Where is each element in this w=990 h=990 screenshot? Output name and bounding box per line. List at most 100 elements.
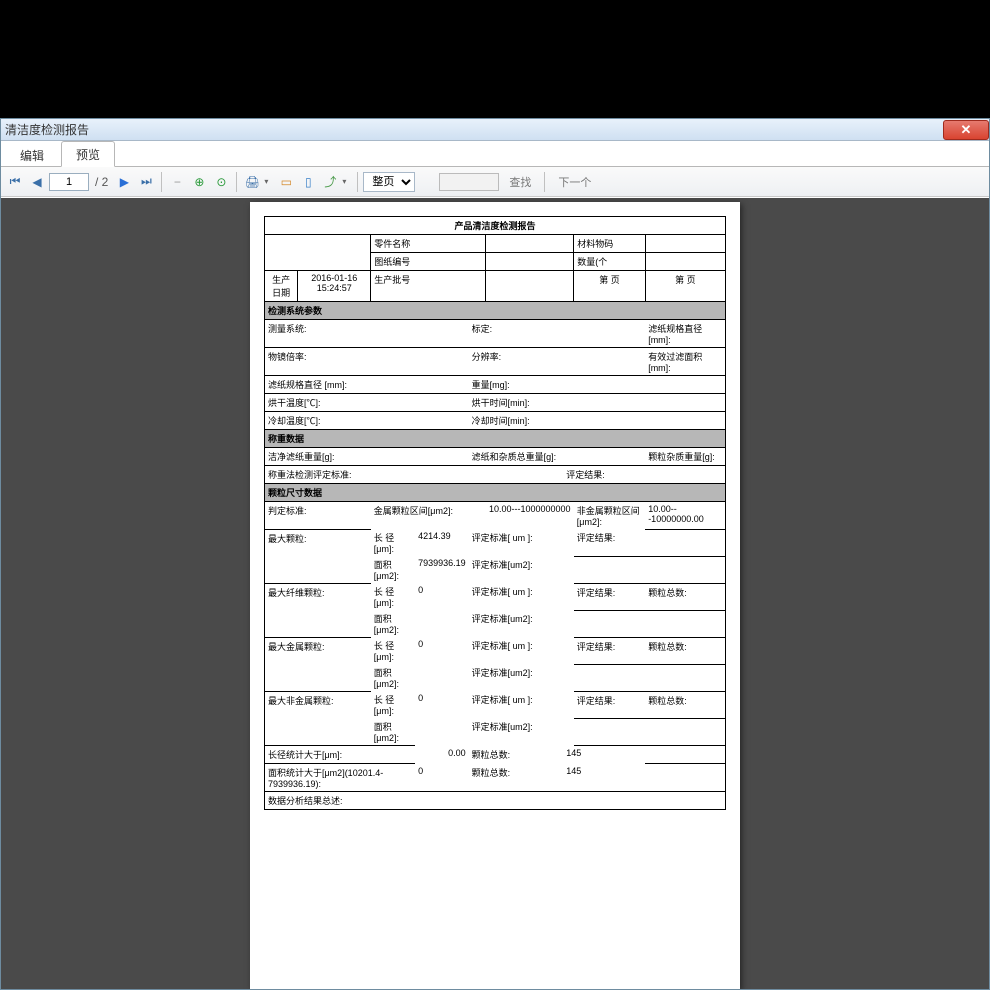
cell: 10.00---1000000000 — [486, 502, 574, 530]
report-table: 产品清洁度检测报告 零件名称 材料物码 图纸编号 数量(个 生产日期 2016 — [264, 216, 726, 810]
zoom-select[interactable]: 整页 — [363, 172, 415, 192]
cell: 面积统计大于[μm2](10201.4-7939936.19): — [265, 764, 416, 792]
sec2-header: 称重数据 — [265, 430, 726, 448]
next-page-icon[interactable]: ▶ — [114, 172, 134, 192]
prev-page-icon[interactable]: ◀ — [27, 172, 47, 192]
export-dropdown-icon[interactable]: ▾ — [342, 177, 352, 186]
search-input[interactable] — [439, 173, 499, 191]
lbl-page-b: 第 页 — [645, 271, 725, 302]
cell: 评定结果: — [574, 691, 645, 718]
window-title: 清洁度检测报告 — [5, 121, 89, 138]
cell: 评定标准[um2]: — [469, 718, 574, 746]
report-viewer[interactable]: 产品清洁度检测报告 零件名称 材料物码 图纸编号 数量(个 生产日期 2016 — [1, 198, 989, 989]
cell: 长 径 [μm]: — [371, 583, 415, 610]
cell: 评定结果: — [574, 637, 645, 664]
cell: 冷却时间[min]: — [469, 412, 726, 430]
cell: 最大颗粒: — [265, 529, 371, 583]
report-title: 产品清洁度检测报告 — [265, 217, 726, 235]
page-input[interactable] — [49, 173, 89, 191]
cell: 物镜倍率: — [265, 348, 469, 376]
cell: 评定标准[um2]: — [469, 664, 574, 691]
cell: 最大金属颗粒: — [265, 637, 371, 691]
cell: 长径统计大于[μm]: — [265, 746, 416, 764]
separator — [161, 172, 162, 192]
lbl-material-code: 材料物码 — [574, 235, 645, 253]
title-bar: 清洁度检测报告 ✕ — [1, 119, 989, 141]
cell: 面积 [μm2]: — [371, 664, 415, 691]
analysis-row: 数据分析结果总述: — [265, 792, 726, 810]
cell: 金属颗粒区间[μm2]: — [371, 502, 486, 530]
sec1-header: 检测系统参数 — [265, 302, 726, 320]
print-icon[interactable]: 🖨 — [242, 172, 262, 192]
toolbar: ⏮ ◀ / 2 ▶ ⏭ − ⊕ ⊙ 🖨 ▾ ▭ ▯ ⤴ ▾ 整页 查找 下一个 — [1, 167, 989, 197]
cell: 0 — [415, 764, 469, 792]
lbl-prod-date: 生产日期 — [265, 271, 298, 302]
page-setup-icon[interactable]: ▯ — [298, 172, 318, 192]
cell: 测量系统: — [265, 320, 469, 348]
cell: 颗粒总数: — [645, 691, 725, 718]
lbl-part-name: 零件名称 — [371, 235, 486, 253]
cell: 长 径 [μm]: — [371, 529, 415, 556]
cell: 评定标准[ um ]: — [469, 691, 574, 718]
cell: 颗粒总数: — [469, 746, 564, 764]
find-next-button[interactable]: 下一个 — [550, 172, 599, 192]
lbl-qty: 数量(个 — [574, 253, 645, 271]
cell: 面积 [μm2]: — [371, 556, 415, 583]
tab-edit[interactable]: 编辑 — [5, 142, 59, 167]
print-dropdown-icon[interactable]: ▾ — [264, 177, 274, 186]
cell: 10.00---10000000.00 — [645, 502, 725, 530]
export-icon[interactable]: ⤴ — [320, 172, 340, 192]
cell: 长 径 [μm]: — [371, 691, 415, 718]
zoom-out-icon[interactable]: − — [167, 172, 187, 192]
layout-icon[interactable]: ▭ — [276, 172, 296, 192]
cell: 烘干时间[min]: — [469, 394, 726, 412]
lbl-drawing-no: 图纸编号 — [371, 253, 486, 271]
cell: 滤纸和杂质总重量[g]: — [469, 448, 646, 466]
cell: 颗粒杂质重量[g]: — [645, 448, 725, 466]
cell: 判定标准: — [265, 502, 371, 530]
zoom-fit-icon[interactable]: ⊙ — [211, 172, 231, 192]
separator — [357, 172, 358, 192]
cell: 评定结果: — [574, 529, 645, 556]
cell: 分辨率: — [469, 348, 646, 376]
cell: 最大纤维颗粒: — [265, 583, 371, 637]
window-buttons: ✕ — [943, 120, 989, 140]
cell: 评定标准[ um ]: — [469, 637, 574, 664]
cell: 烘干温度[℃]: — [265, 394, 469, 412]
tab-preview[interactable]: 预览 — [61, 141, 115, 167]
cell: 长 径 [μm]: — [371, 637, 415, 664]
cell: 评定标准[ um ]: — [469, 529, 574, 556]
cell: 7939936.19 — [415, 556, 469, 583]
cell: 颗粒总数: — [645, 583, 725, 610]
cell: 称重法检测评定标准: — [265, 466, 564, 484]
cell: 洁净滤纸重量[g]: — [265, 448, 469, 466]
cell: 0 — [415, 691, 469, 718]
cell: 0 — [415, 583, 469, 610]
page-total: / 2 — [91, 175, 112, 189]
report-page: 产品清洁度检测报告 零件名称 材料物码 图纸编号 数量(个 生产日期 2016 — [250, 202, 740, 989]
cell: 0 — [415, 637, 469, 664]
cell: 标定: — [469, 320, 646, 348]
cell: 颗粒总数: — [469, 764, 564, 792]
first-page-icon[interactable]: ⏮ — [5, 172, 25, 192]
cell: 重量[mg]: — [469, 376, 726, 394]
last-page-icon[interactable]: ⏭ — [136, 172, 156, 192]
cell: 145 — [563, 764, 645, 792]
cell: 0.00 — [415, 746, 469, 764]
cell: 评定标准[um2]: — [469, 556, 574, 583]
cell: 评定结果: — [574, 583, 645, 610]
find-button[interactable]: 查找 — [501, 172, 539, 192]
lbl-prod-batch: 生产批号 — [371, 271, 486, 302]
cell: 冷却温度[℃]: — [265, 412, 469, 430]
cell: 有效过滤面积 [mm]: — [645, 348, 725, 376]
cell: 4214.39 — [415, 529, 469, 556]
val-prod-date: 2016-01-16 15:24:57 — [298, 271, 371, 302]
separator — [544, 172, 545, 192]
tab-bar: 编辑 预览 — [1, 141, 989, 167]
sec3-header: 颗粒尺寸数据 — [265, 484, 726, 502]
zoom-in-icon[interactable]: ⊕ — [189, 172, 209, 192]
app-window: 清洁度检测报告 ✕ 编辑 预览 ⏮ ◀ / 2 ▶ ⏭ − ⊕ ⊙ 🖨 ▾ ▭ … — [0, 118, 990, 990]
close-button[interactable]: ✕ — [943, 120, 989, 140]
cell: 滤纸规格直径 [mm]: — [645, 320, 725, 348]
cell: 评定标准[ um ]: — [469, 583, 574, 610]
